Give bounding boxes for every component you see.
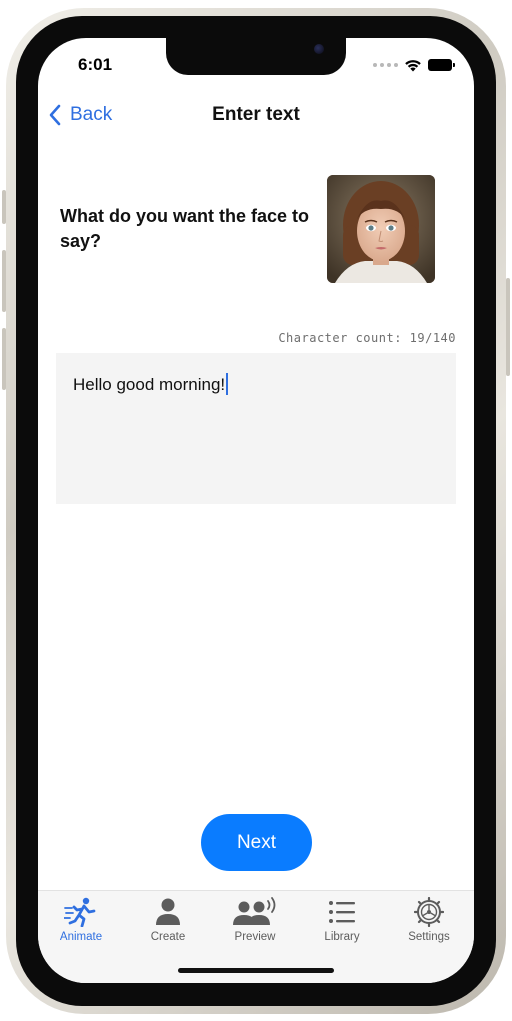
- message-text-area[interactable]: Hello good morning!: [56, 353, 456, 504]
- text-caret: [226, 373, 229, 395]
- face-portrait-image: [327, 175, 435, 283]
- tab-label: Settings: [408, 931, 450, 943]
- tab-label: Animate: [59, 931, 103, 943]
- list-icon: [329, 901, 355, 923]
- tab-library[interactable]: Library: [299, 891, 385, 951]
- status-time: 6:01: [78, 55, 113, 74]
- battery-icon: [428, 59, 455, 71]
- face-thumbnail[interactable]: [327, 175, 435, 283]
- notch: [166, 38, 346, 75]
- tab-label: Library: [324, 931, 360, 943]
- person-icon: [156, 898, 180, 925]
- next-label: Next: [236, 831, 277, 853]
- running-person-icon: [64, 897, 96, 927]
- home-indicator[interactable]: [178, 968, 334, 973]
- message-text: Hello good morning!: [73, 375, 226, 394]
- tab-preview[interactable]: Preview: [212, 891, 298, 951]
- gear-icon: [414, 897, 444, 927]
- tab-label: Create: [150, 931, 186, 943]
- message-text-value: Hello good morning!: [73, 373, 229, 395]
- wifi-icon: [405, 60, 421, 72]
- side-button: [2, 190, 6, 224]
- tab-label: Preview: [234, 931, 276, 943]
- camera-icon: [314, 44, 324, 54]
- page-title: Enter text: [212, 104, 300, 125]
- side-button: [506, 278, 510, 376]
- prompt-question: What do you want the face to say?: [60, 206, 310, 251]
- side-button: [2, 250, 6, 312]
- character-count: Character count: 19/140: [278, 331, 456, 345]
- screen: 6:01 Back Enter text What do you want th…: [38, 38, 474, 983]
- tab-create[interactable]: Create: [125, 891, 211, 951]
- status-icons: [373, 58, 455, 72]
- people-speaking-icon: [233, 897, 276, 925]
- tab-settings[interactable]: Settings: [386, 891, 472, 951]
- side-button: [2, 328, 6, 390]
- tab-animate[interactable]: Animate: [38, 891, 124, 951]
- next-button[interactable]: Next: [201, 814, 312, 871]
- cellular-signal-icon: [373, 63, 398, 67]
